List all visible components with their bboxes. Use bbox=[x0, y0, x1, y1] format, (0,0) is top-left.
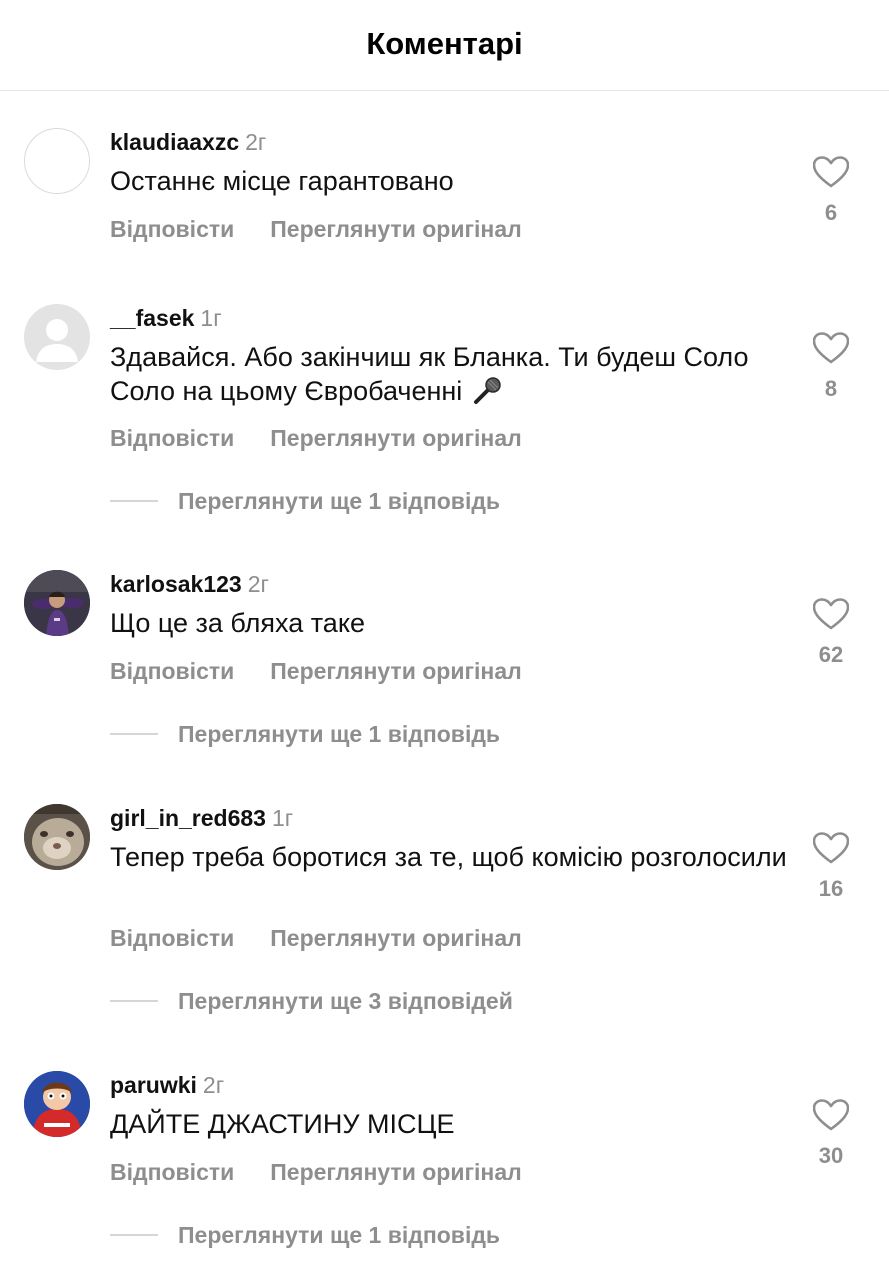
view-more-replies-label: Переглянути ще 1 відповідь bbox=[178, 488, 501, 514]
comment-text: Останнє місце гарантовано bbox=[110, 166, 454, 196]
comment-actions: Відповісти Переглянути оригінал bbox=[110, 216, 522, 243]
comment-meta: __fasek 1г bbox=[110, 305, 222, 332]
username[interactable]: karlosak123 bbox=[110, 571, 242, 597]
like-control: 62 bbox=[811, 598, 851, 668]
like-count: 30 bbox=[818, 1143, 844, 1168]
reply-button[interactable]: Відповісти bbox=[110, 658, 234, 685]
replies-divider-line bbox=[110, 1233, 158, 1236]
timestamp: 1г bbox=[200, 305, 222, 331]
view-more-replies[interactable]: Переглянути ще 1 відповідь bbox=[110, 1222, 500, 1249]
like-count: 62 bbox=[818, 642, 844, 667]
avatar[interactable] bbox=[24, 128, 90, 194]
comment-text: Здавайся. Або закінчиш як Бланка. Ти буд… bbox=[110, 340, 790, 414]
reply-button[interactable]: Відповісти bbox=[110, 216, 234, 243]
like-control: 16 bbox=[811, 832, 851, 902]
username[interactable]: __fasek bbox=[110, 305, 194, 331]
view-more-replies-label: Переглянути ще 1 відповідь bbox=[178, 1222, 501, 1248]
see-original-button[interactable]: Переглянути оригінал bbox=[270, 658, 521, 685]
see-original-button[interactable]: Переглянути оригінал bbox=[270, 1159, 521, 1186]
like-control: 30 bbox=[811, 1099, 851, 1169]
see-original-button[interactable]: Переглянути оригінал bbox=[270, 425, 521, 452]
replies-divider-line bbox=[110, 499, 158, 502]
view-more-replies[interactable]: Переглянути ще 1 відповідь bbox=[110, 488, 500, 515]
avatar[interactable] bbox=[24, 304, 90, 370]
comment-item: klaudiaaxzc 2г Останнє місце гарантовано … bbox=[0, 128, 889, 248]
heart-icon[interactable] bbox=[811, 832, 851, 864]
replies-divider-line bbox=[110, 732, 158, 735]
timestamp: 2г bbox=[245, 129, 267, 155]
comment-actions: Відповісти Переглянути оригінал bbox=[110, 658, 522, 685]
comment-text: Що це за бляха таке bbox=[110, 608, 365, 638]
comment-text: Тепер треба боротися за те, щоб комісію … bbox=[110, 842, 787, 872]
view-more-replies-label: Переглянути ще 1 відповідь bbox=[178, 721, 501, 747]
comment-meta: klaudiaaxzc 2г bbox=[110, 129, 266, 156]
comment-text: ДАЙТЕ ДЖАСТИНУ МІСЦЕ bbox=[110, 1109, 455, 1139]
comment-actions: Відповісти Переглянути оригінал bbox=[110, 1159, 522, 1186]
username[interactable]: girl_in_red683 bbox=[110, 805, 266, 831]
avatar[interactable] bbox=[24, 804, 90, 870]
view-more-replies[interactable]: Переглянути ще 1 відповідь bbox=[110, 721, 500, 748]
like-control: 6 bbox=[811, 156, 851, 226]
timestamp: 2г bbox=[247, 571, 269, 597]
see-original-button[interactable]: Переглянути оригінал bbox=[270, 216, 521, 243]
comment-actions: Відповісти Переглянути оригінал bbox=[110, 425, 522, 452]
timestamp: 1г bbox=[271, 805, 294, 831]
username[interactable]: paruwki bbox=[110, 1072, 197, 1098]
comment-actions: Відповісти Переглянути оригінал bbox=[110, 925, 522, 952]
heart-icon[interactable] bbox=[811, 598, 851, 630]
see-original-button[interactable]: Переглянути оригінал bbox=[270, 925, 521, 952]
reply-button[interactable]: Відповісти bbox=[110, 925, 234, 952]
comment-item: girl_in_red683 1г Тепер треба боротися за… bbox=[0, 804, 889, 1024]
comment-text-body: Здавайся. Або закінчиш як Бланка. Ти буд… bbox=[110, 342, 749, 406]
comment-meta: paruwki 2г bbox=[110, 1072, 224, 1099]
comment-item: karlosak123 2г Що це за бляха таке Відпов… bbox=[0, 570, 889, 760]
like-count: 8 bbox=[824, 376, 838, 401]
replies-divider-line bbox=[110, 999, 158, 1002]
heart-icon[interactable] bbox=[811, 332, 851, 364]
heart-icon[interactable] bbox=[811, 156, 851, 188]
microphone-emoji-icon bbox=[472, 376, 502, 414]
timestamp: 2г bbox=[202, 1072, 225, 1098]
comment-meta: karlosak123 2г bbox=[110, 571, 269, 598]
heart-icon[interactable] bbox=[811, 1099, 851, 1131]
view-more-replies[interactable]: Переглянути ще 3 відповідей bbox=[110, 988, 513, 1015]
like-count: 6 bbox=[824, 200, 838, 225]
reply-button[interactable]: Відповісти bbox=[110, 425, 234, 452]
comment-item: paruwki 2г ДАЙТЕ ДЖАСТИНУ МІСЦЕ Відповіст… bbox=[0, 1071, 889, 1261]
username[interactable]: klaudiaaxzc bbox=[110, 129, 239, 155]
view-more-replies-label: Переглянути ще 3 відповідей bbox=[178, 988, 513, 1014]
comments-header: Коментарі bbox=[0, 0, 889, 91]
like-control: 8 bbox=[811, 332, 851, 402]
comment-item: __fasek 1г Здавайся. Або закінчиш як Блан… bbox=[0, 304, 889, 524]
reply-button[interactable]: Відповісти bbox=[110, 1159, 234, 1186]
page-title: Коментарі bbox=[366, 26, 523, 61]
avatar[interactable] bbox=[24, 1071, 90, 1137]
like-count: 16 bbox=[818, 876, 844, 901]
avatar[interactable] bbox=[24, 570, 90, 636]
comment-meta: girl_in_red683 1г bbox=[110, 805, 293, 832]
